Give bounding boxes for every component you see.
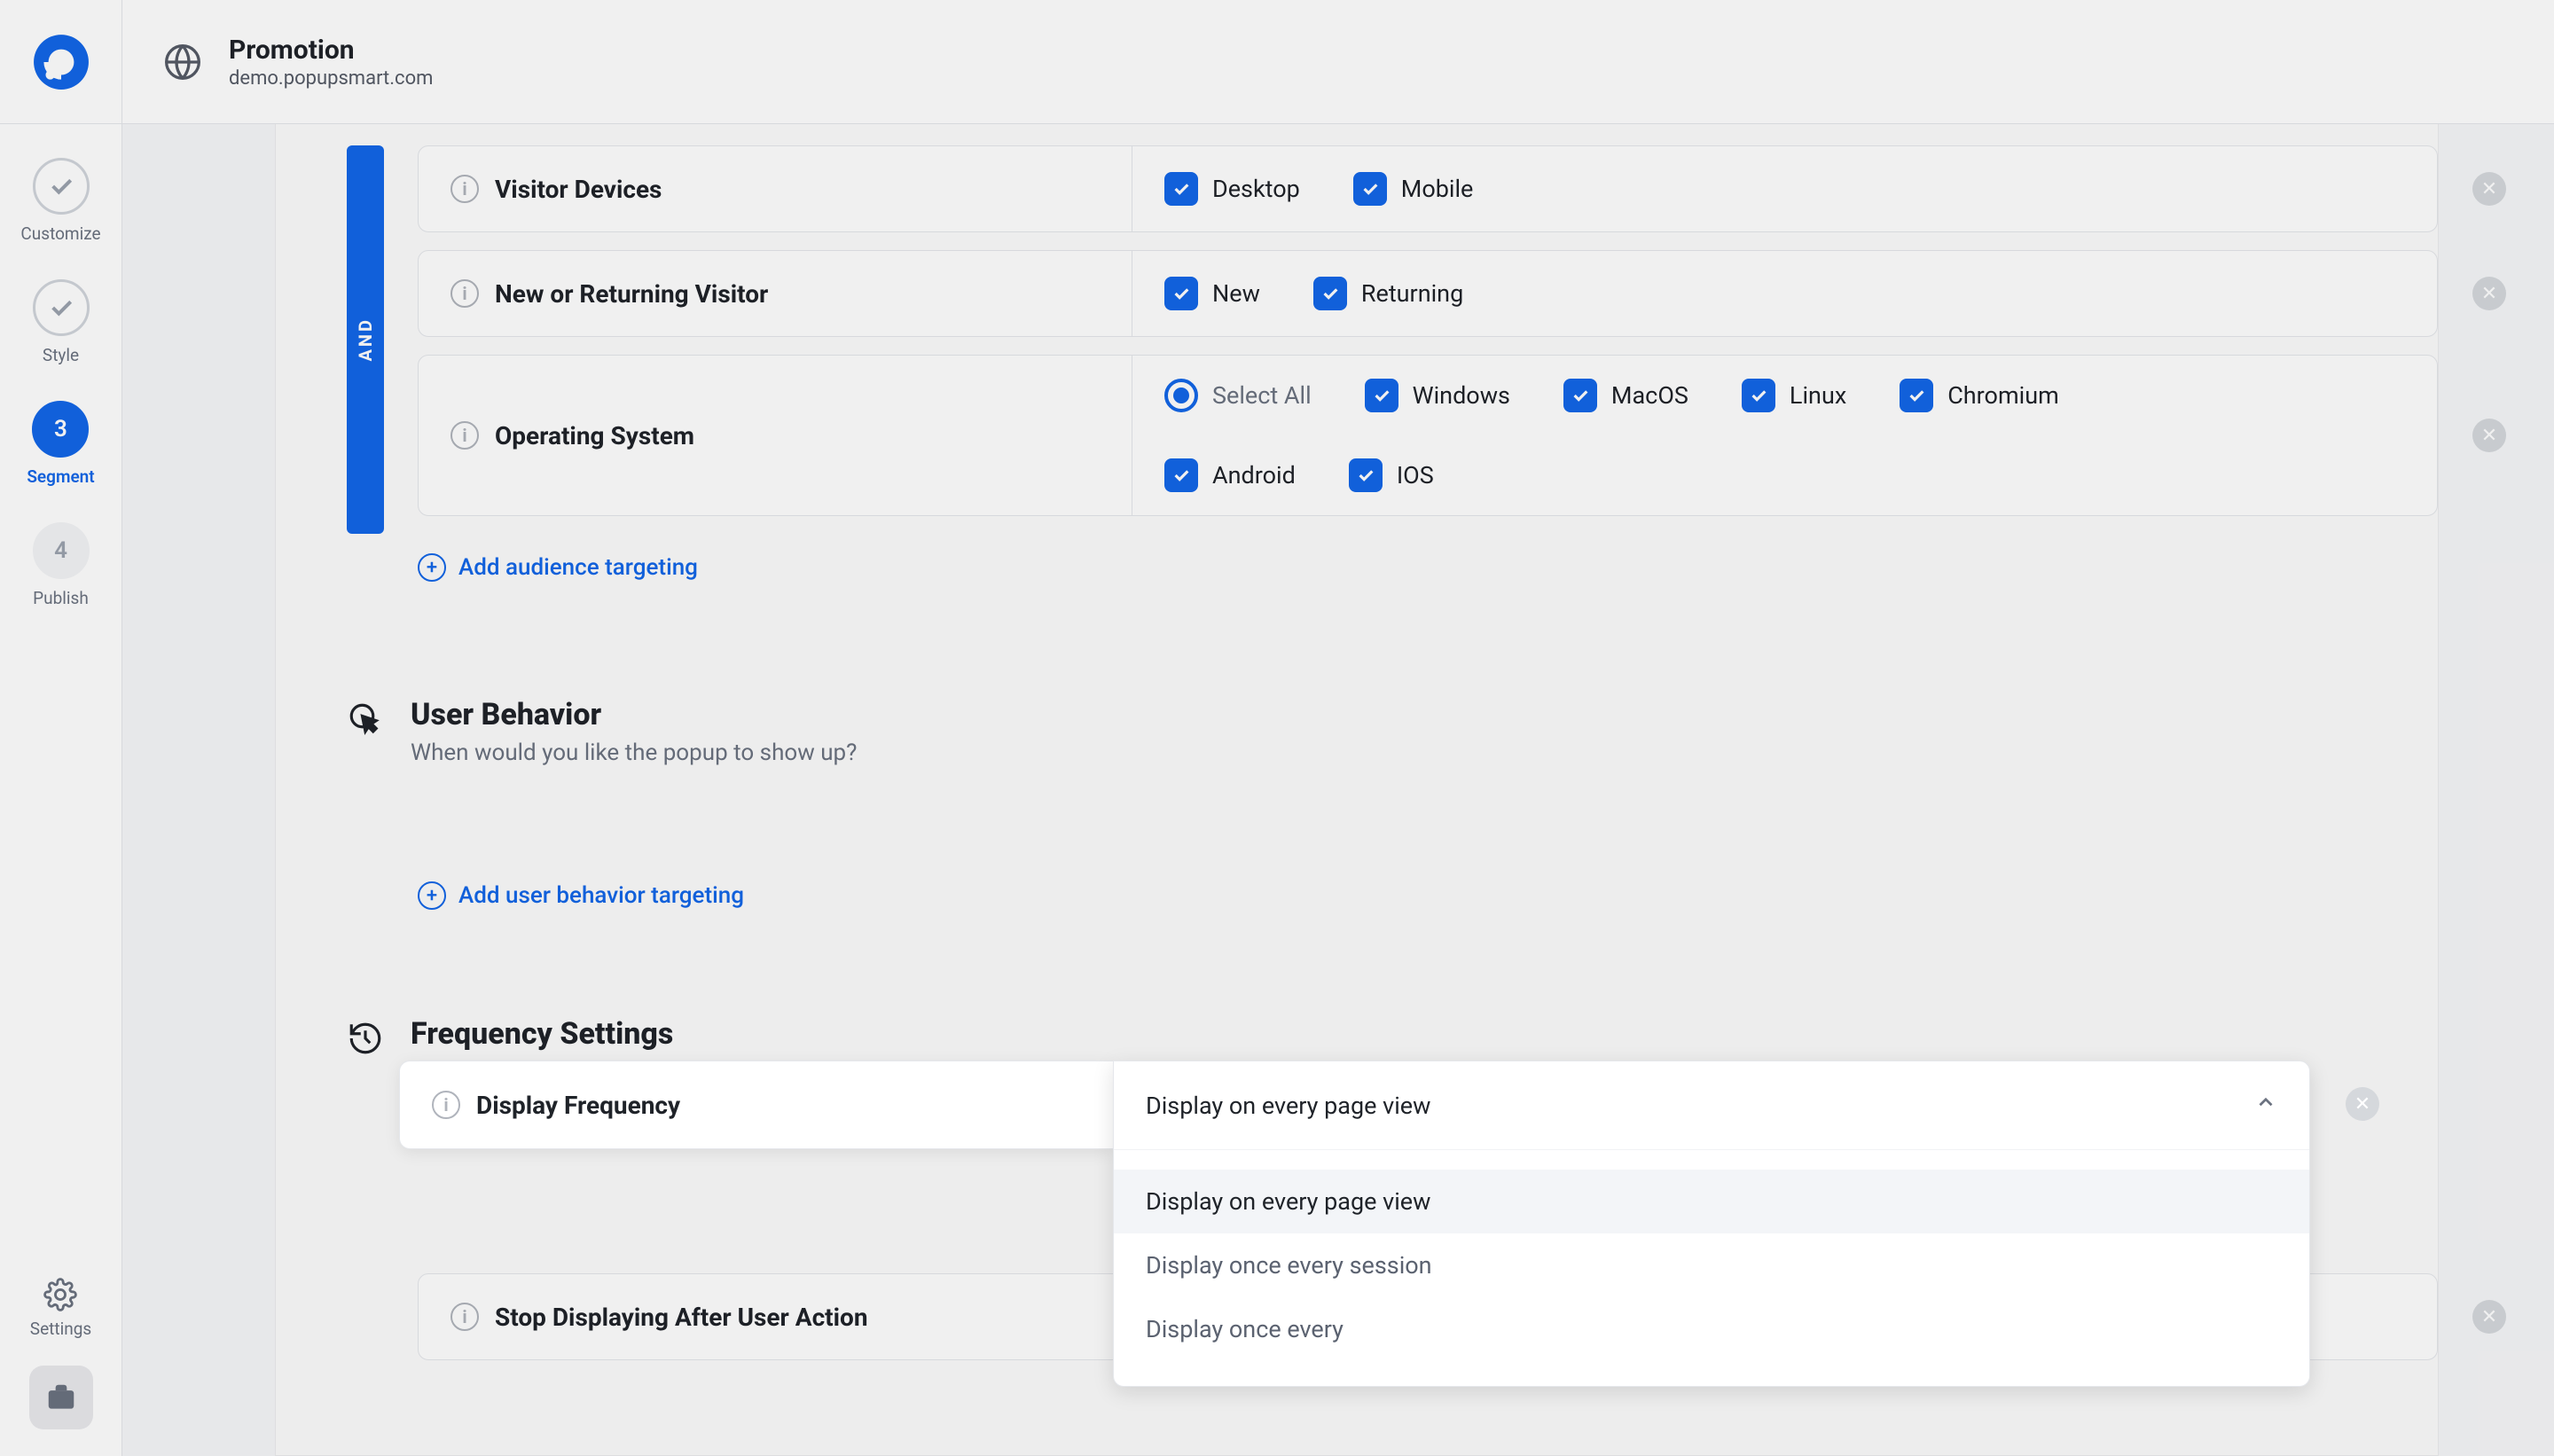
- plus-icon: +: [418, 881, 446, 910]
- checkbox-ios[interactable]: IOS: [1349, 458, 1434, 492]
- checkbox-returning[interactable]: Returning: [1313, 277, 1463, 310]
- add-behavior-targeting-link[interactable]: + Add user behavior targeting: [418, 881, 2438, 910]
- checkbox-new[interactable]: New: [1164, 277, 1260, 310]
- page-title: Promotion: [229, 35, 433, 66]
- cursor-click-icon: [347, 701, 384, 738]
- info-icon[interactable]: i: [450, 1303, 479, 1331]
- remove-row-button[interactable]: ✕: [2472, 419, 2506, 452]
- info-icon[interactable]: i: [450, 175, 479, 203]
- nav-segment[interactable]: 3 Segment: [27, 401, 94, 487]
- checkbox-macos[interactable]: MacOS: [1563, 379, 1688, 412]
- nav-publish[interactable]: 4 Publish: [33, 522, 90, 608]
- row-operating-system: i Operating System Select All Windows Ma…: [418, 355, 2438, 516]
- dropdown-option[interactable]: Display once every session: [1114, 1233, 2309, 1297]
- history-icon: [347, 1020, 384, 1057]
- checkbox-linux[interactable]: Linux: [1742, 379, 1846, 412]
- frequency-dropdown[interactable]: Display on every page view Display on ev…: [1113, 1061, 2310, 1387]
- settings-button[interactable]: Settings: [30, 1278, 91, 1339]
- remove-row-button[interactable]: ✕: [2472, 277, 2506, 310]
- dropdown-option[interactable]: Display once every: [1114, 1297, 2309, 1361]
- checkbox-windows[interactable]: Windows: [1365, 379, 1510, 412]
- checkbox-mobile[interactable]: Mobile: [1353, 172, 1474, 206]
- left-nav: Customize Style 3 Segment 4 Publish Sett…: [0, 124, 122, 1456]
- remove-row-button[interactable]: ✕: [2346, 1087, 2379, 1121]
- remove-row-button[interactable]: ✕: [2472, 172, 2506, 206]
- dropdown-options: Display on every page view Display once …: [1114, 1150, 2309, 1386]
- nav-customize[interactable]: Customize: [20, 158, 100, 244]
- section-title: Frequency Settings: [411, 1016, 857, 1052]
- checkbox-chromium[interactable]: Chromium: [1900, 379, 2059, 412]
- header: Promotion demo.popupsmart.com: [0, 0, 2554, 124]
- and-connector: AND: [347, 145, 384, 534]
- nav-style[interactable]: Style: [33, 279, 90, 365]
- remove-row-button[interactable]: ✕: [2472, 1300, 2506, 1334]
- dropdown-option[interactable]: Display on every page view: [1114, 1170, 2309, 1233]
- row-new-returning: i New or Returning Visitor New Returning…: [418, 250, 2438, 337]
- checkbox-android[interactable]: Android: [1164, 458, 1296, 492]
- radio-select-all[interactable]: Select All: [1164, 379, 1312, 412]
- briefcase-button[interactable]: [29, 1366, 93, 1429]
- briefcase-icon: [44, 1381, 78, 1414]
- info-icon[interactable]: i: [450, 279, 479, 308]
- section-title: User Behavior: [411, 697, 857, 732]
- gear-icon: [43, 1278, 77, 1311]
- add-audience-targeting-link[interactable]: + Add audience targeting: [418, 553, 2438, 582]
- page-domain: demo.popupsmart.com: [229, 67, 433, 90]
- app-logo[interactable]: [0, 0, 122, 123]
- info-icon[interactable]: i: [432, 1091, 460, 1119]
- dropdown-selected-label: Display on every page view: [1146, 1092, 1430, 1120]
- section-subtitle: When would you like the popup to show up…: [411, 740, 857, 766]
- row-visitor-devices: i Visitor Devices Desktop Mobile ✕: [418, 145, 2438, 232]
- info-icon[interactable]: i: [450, 421, 479, 450]
- checkbox-desktop[interactable]: Desktop: [1164, 172, 1300, 206]
- chevron-up-icon: [2254, 1091, 2277, 1120]
- globe-icon: [163, 43, 202, 82]
- plus-icon: +: [418, 553, 446, 582]
